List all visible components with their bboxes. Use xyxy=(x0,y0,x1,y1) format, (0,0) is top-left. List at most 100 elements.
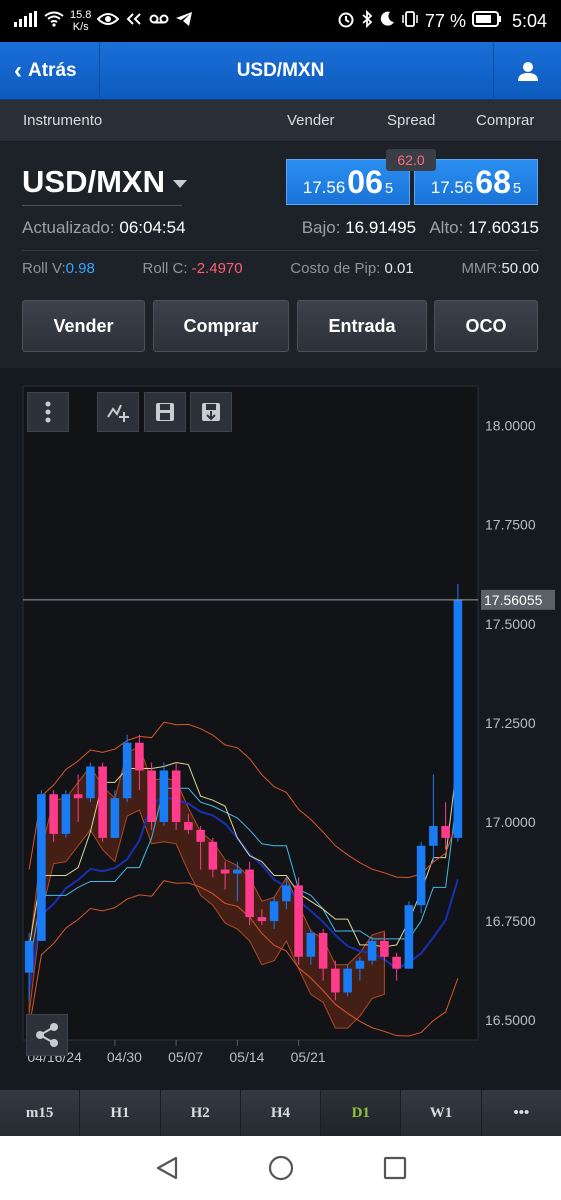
high-value: 17.60315 xyxy=(468,218,539,237)
candle-body xyxy=(184,822,193,830)
load-icon xyxy=(202,403,220,421)
candle-body xyxy=(61,794,71,834)
candle-body xyxy=(220,869,230,874)
updated-value: 06:04:54 xyxy=(119,218,186,237)
candle-body xyxy=(282,885,291,902)
oco-order-button[interactable]: OCO xyxy=(434,300,538,352)
candle-body xyxy=(24,940,34,973)
x-tick-label: 05/14 xyxy=(229,1049,264,1065)
y-tick-label: 17.0000 xyxy=(485,814,536,830)
tab-h2[interactable]: H2 xyxy=(160,1090,241,1136)
tab-d1[interactable]: D1 xyxy=(321,1090,402,1136)
candle-body xyxy=(245,869,254,918)
candle-body xyxy=(404,905,414,969)
candle-body xyxy=(135,742,144,771)
vibrate-icon xyxy=(401,10,419,32)
pip-cost-label: Costo de Pip: xyxy=(290,260,381,277)
y-tick-label: 17.5000 xyxy=(485,616,536,632)
candle-body xyxy=(147,770,156,822)
candle-body xyxy=(331,968,340,993)
updated-label: Actualizado: xyxy=(22,218,115,237)
header-spread: Spread xyxy=(387,112,436,129)
entry-order-button[interactable]: Entrada xyxy=(297,300,427,352)
chart-menu-button[interactable] xyxy=(27,392,69,432)
network-speed: 15.8 K/s xyxy=(70,9,92,33)
price-chart[interactable]: 17.56055 18.0000 17.7500 17.5000 17.2500 17.0… xyxy=(0,368,561,1090)
header-instrument: Instrumento xyxy=(23,112,103,129)
alarm-icon xyxy=(337,10,355,33)
candle-body xyxy=(98,766,107,838)
sell-price-fraction: 5 xyxy=(384,180,394,197)
account-button[interactable] xyxy=(493,42,561,100)
low-high: Bajo: 16.91495 Alto: 17.60315 xyxy=(302,218,539,238)
roll-c-value: -2.4970 xyxy=(191,260,243,277)
mmr: MMR:50.00 xyxy=(461,260,539,277)
load-template-button[interactable] xyxy=(190,392,232,432)
candle-body xyxy=(392,956,401,969)
wifi-icon xyxy=(44,11,64,32)
x-tick-label: 05/07 xyxy=(168,1049,203,1065)
low-value: 16.91495 xyxy=(345,218,417,237)
tab-more[interactable]: ••• xyxy=(481,1090,561,1136)
add-indicator-icon xyxy=(107,404,129,422)
roll-row: Roll V:0.98 Roll C: -2.4970 Costo de Pip… xyxy=(22,260,539,277)
candle-body xyxy=(380,940,389,957)
y-tick-label: 16.5000 xyxy=(485,1012,536,1028)
candle-body xyxy=(37,794,46,941)
x-tick-label: 04/30 xyxy=(107,1049,142,1065)
sell-button[interactable]: Vender xyxy=(22,300,145,352)
x-tick-label: 05/21 xyxy=(291,1049,326,1065)
telegram-icon xyxy=(175,11,193,32)
candle-body xyxy=(355,960,365,969)
status-bar: 15.8 K/s 77 % 5:04 xyxy=(0,0,561,42)
candle-body xyxy=(429,825,438,846)
mmr-value: 50.00 xyxy=(501,260,539,277)
header-sell: Vender xyxy=(287,112,335,129)
chart-canvas: 17.56055 18.0000 17.7500 17.5000 17.2500 17.0… xyxy=(22,385,555,1065)
back-triangle-icon[interactable] xyxy=(154,1155,180,1181)
candle-body xyxy=(269,901,279,922)
buy-button[interactable]: Comprar xyxy=(153,300,289,352)
save-template-button[interactable] xyxy=(144,392,186,432)
moon-icon xyxy=(379,11,395,32)
tab-h4[interactable]: H4 xyxy=(240,1090,322,1136)
tab-h1[interactable]: H1 xyxy=(80,1090,161,1136)
save-icon xyxy=(156,403,174,421)
instrument-selector[interactable]: USD/MXN xyxy=(22,164,187,200)
y-tick-label: 18.0000 xyxy=(485,418,536,434)
divider xyxy=(22,250,539,251)
candle-body xyxy=(441,825,450,838)
battery-icon xyxy=(471,10,502,32)
system-nav-bar xyxy=(0,1136,561,1200)
user-icon xyxy=(517,62,538,81)
candle-body xyxy=(343,968,352,993)
roll-v-value: 0.98 xyxy=(65,260,95,277)
fast-rewind-icon xyxy=(125,12,143,31)
home-circle-icon[interactable] xyxy=(268,1155,294,1181)
y-tick-label: 16.7500 xyxy=(485,913,536,929)
candle-body xyxy=(257,917,267,922)
roll-v-label: Roll V: xyxy=(22,260,66,277)
candle-body xyxy=(367,940,377,961)
back-label: Atrás xyxy=(28,59,77,81)
share-button[interactable] xyxy=(26,1014,68,1056)
recents-square-icon[interactable] xyxy=(383,1156,407,1180)
back-button[interactable]: ‹ Atrás xyxy=(0,41,100,100)
candle-body xyxy=(86,766,95,799)
low-label: Bajo: xyxy=(301,218,341,237)
tab-m15[interactable]: m15 xyxy=(0,1090,81,1136)
timeframe-tabs: m15 H1 H2 H4 D1 W1 ••• xyxy=(0,1090,561,1136)
header-buy: Comprar xyxy=(476,112,535,129)
candle-body xyxy=(110,798,120,838)
candle-body xyxy=(159,770,169,822)
sell-price-prefix: 17.56 xyxy=(302,178,346,197)
current-price-label: 17.56055 xyxy=(484,592,543,608)
tab-w1[interactable]: W1 xyxy=(401,1090,482,1136)
candle-body xyxy=(122,742,132,799)
mmr-label: MMR: xyxy=(461,260,502,277)
instrument-name: USD/MXN xyxy=(22,164,165,199)
voicemail-icon xyxy=(149,12,169,30)
candle-body xyxy=(171,770,181,822)
more-vertical-icon xyxy=(45,401,51,423)
add-indicator-button[interactable] xyxy=(97,392,139,432)
